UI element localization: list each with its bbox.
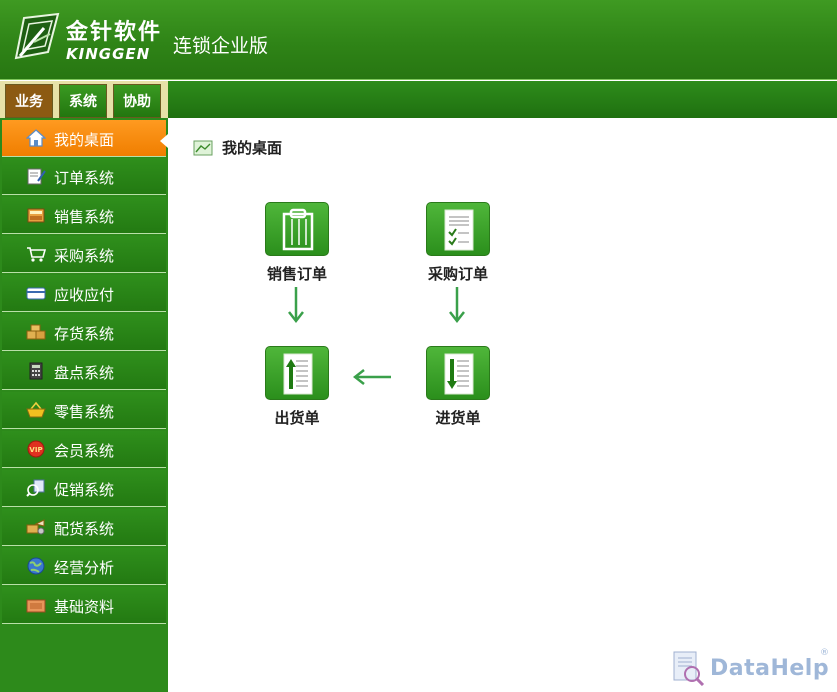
sidebar-item-my-desktop[interactable]: 我的桌面 xyxy=(2,120,168,157)
sidebar: 我的桌面 订单系统 销售系统 采购系统 应收应付 存货系统 盘点系统 零售系统 … xyxy=(0,118,168,692)
sidebar-item-basic-data[interactable]: 基础资料 xyxy=(2,587,166,624)
folder-icon xyxy=(26,599,46,613)
calculator-icon xyxy=(29,362,43,380)
sidebar-item-label: 配货系统 xyxy=(54,520,115,538)
sidebar-item-purchase-system[interactable]: 采购系统 xyxy=(2,236,166,273)
datahelp-logo-icon xyxy=(673,651,705,686)
datahelp-watermark: DataHelp ® xyxy=(670,648,830,688)
shopping-cart-icon xyxy=(27,247,46,262)
edition-label: 连锁企业版 xyxy=(173,35,269,57)
sidebar-item-label: 经营分析 xyxy=(54,559,115,577)
sidebar-item-business-analysis[interactable]: 经营分析 xyxy=(2,548,166,585)
module-tab-bar: 业务 系统 协助 xyxy=(0,81,837,118)
arrow-down-icon xyxy=(449,287,465,324)
arrow-left-icon xyxy=(353,369,391,385)
watermark-text: DataHelp xyxy=(710,656,830,681)
basket-icon xyxy=(26,401,46,418)
sidebar-item-label: 零售系统 xyxy=(54,403,115,421)
flow-label: 销售订单 xyxy=(266,265,327,283)
document-down-icon xyxy=(426,346,490,400)
checklist-icon xyxy=(426,202,490,256)
sidebar-item-label: 销售系统 xyxy=(54,208,115,226)
clipboard-icon xyxy=(265,202,329,256)
globe-icon xyxy=(27,557,45,575)
flow-inbound-order[interactable]: 进货单 xyxy=(413,346,503,428)
cash-register-icon xyxy=(27,208,45,223)
sidebar-item-stocktake-system[interactable]: 盘点系统 xyxy=(2,353,166,390)
sidebar-item-label: 采购系统 xyxy=(54,247,115,265)
flow-sales-order[interactable]: 销售订单 xyxy=(252,202,342,284)
sidebar-item-label: 会员系统 xyxy=(54,442,115,460)
promotion-icon xyxy=(26,479,45,497)
active-indicator xyxy=(160,134,168,148)
sidebar-item-retail-system[interactable]: 零售系统 xyxy=(2,392,166,429)
kinggen-logo-icon xyxy=(14,12,60,60)
sidebar-item-label: 存货系统 xyxy=(54,325,115,343)
sidebar-item-inventory-system[interactable]: 存货系统 xyxy=(2,314,166,351)
tab-help[interactable]: 协助 xyxy=(113,84,161,118)
sidebar-item-label: 促销系统 xyxy=(54,481,115,499)
sidebar-item-member-system[interactable]: VIP 会员系统 xyxy=(2,431,166,468)
sidebar-item-order-system[interactable]: 订单系统 xyxy=(2,158,166,195)
delivery-icon xyxy=(26,519,45,535)
brand-name-cn: 金针软件 xyxy=(66,20,163,45)
card-icon xyxy=(26,287,46,300)
desktop-panel: 我的桌面 销售订单 采购订单 出货单 进货单 DataHelp ® xyxy=(168,118,837,692)
sidebar-item-label: 订单系统 xyxy=(54,169,115,187)
flow-label: 采购订单 xyxy=(427,265,488,283)
flow-purchase-order[interactable]: 采购订单 xyxy=(413,202,503,284)
flow-label: 出货单 xyxy=(274,409,320,427)
sidebar-item-label: 我的桌面 xyxy=(54,131,115,149)
sidebar-item-label: 基础资料 xyxy=(54,598,115,616)
tab-business[interactable]: 业务 xyxy=(5,84,53,118)
sidebar-item-distribution-system[interactable]: 配货系统 xyxy=(2,509,166,546)
boxes-icon xyxy=(26,324,46,340)
sidebar-item-sales-system[interactable]: 销售系统 xyxy=(2,197,166,234)
registered-mark: ® xyxy=(820,648,829,658)
desktop-icon xyxy=(193,140,213,156)
flow-label: 进货单 xyxy=(435,409,481,427)
sidebar-item-promotion-system[interactable]: 促销系统 xyxy=(2,470,166,507)
order-icon xyxy=(27,168,46,185)
page-title: 我的桌面 xyxy=(222,139,283,157)
home-icon xyxy=(26,129,46,147)
sidebar-item-label: 盘点系统 xyxy=(54,364,115,382)
sidebar-item-receivables-payables[interactable]: 应收应付 xyxy=(2,275,166,312)
sidebar-item-label: 应收应付 xyxy=(54,286,115,304)
arrow-down-icon xyxy=(288,287,304,324)
app-header: 金针软件 KINGGEN 连锁企业版 xyxy=(0,0,837,80)
document-up-icon xyxy=(265,346,329,400)
flow-outbound-order[interactable]: 出货单 xyxy=(252,346,342,428)
vip-icon: VIP xyxy=(27,440,45,458)
tab-system[interactable]: 系统 xyxy=(59,84,107,118)
brand-name-en: KINGGEN xyxy=(66,45,151,63)
svg-text:VIP: VIP xyxy=(29,446,42,454)
